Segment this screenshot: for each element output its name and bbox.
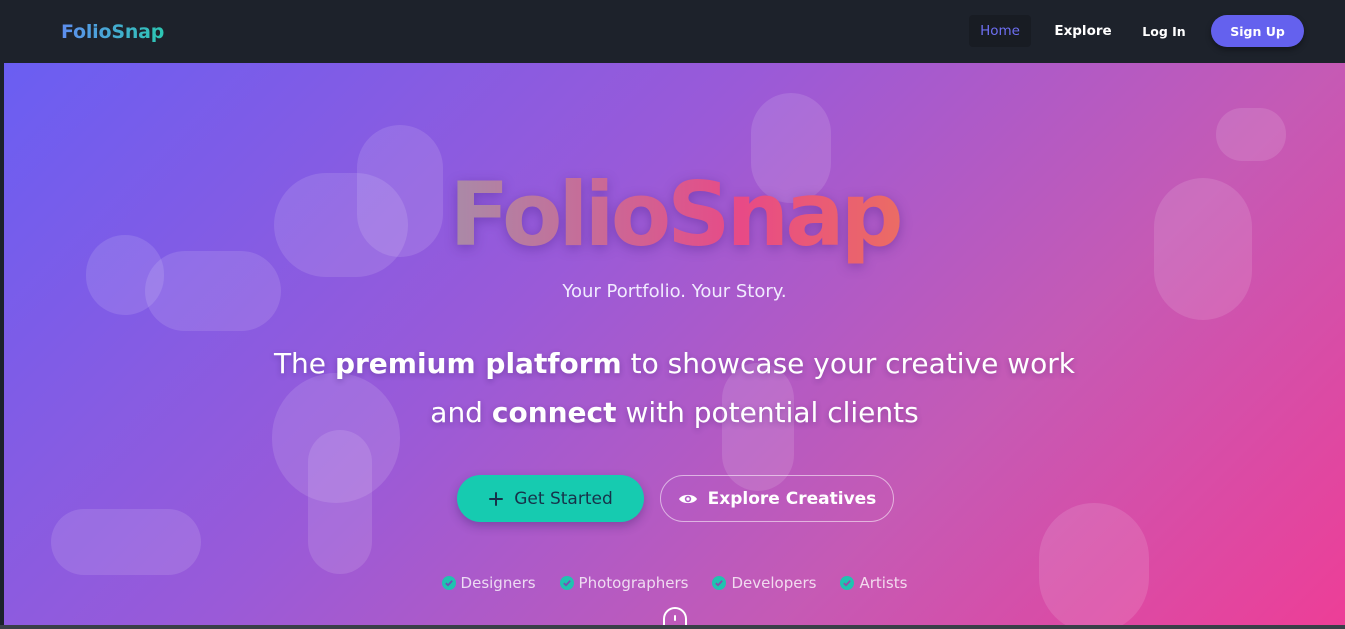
decorative-shape xyxy=(1039,503,1149,625)
category-item: Developers xyxy=(712,574,816,592)
eye-icon xyxy=(678,492,698,506)
hero-title: FolioSnap xyxy=(4,163,1345,266)
decorative-shape xyxy=(51,509,201,575)
hero-section: FolioSnap Your Portfolio. Your Story. Th… xyxy=(4,63,1345,625)
category-label: Photographers xyxy=(578,574,689,592)
get-started-button[interactable]: Get Started xyxy=(457,475,644,522)
decorative-shape xyxy=(1216,108,1286,161)
get-started-label: Get Started xyxy=(514,488,613,509)
window-bottom-edge xyxy=(0,625,1345,629)
check-circle-icon xyxy=(559,576,574,590)
category-list: Designers Photographers Developers Artis… xyxy=(4,574,1345,592)
navbar: FolioSnap Home Explore Log In Sign Up xyxy=(0,0,1345,63)
check-circle-icon xyxy=(441,576,456,590)
category-item: Artists xyxy=(840,574,907,592)
check-circle-icon xyxy=(840,576,855,590)
decorative-shape xyxy=(308,430,372,574)
category-item: Photographers xyxy=(559,574,689,592)
headline-text: with potential clients xyxy=(616,396,919,429)
mouse-scroll-icon[interactable] xyxy=(663,607,687,625)
plus-icon xyxy=(488,491,504,507)
explore-creatives-button[interactable]: Explore Creatives xyxy=(660,475,894,522)
category-label: Developers xyxy=(731,574,817,592)
headline-text: and xyxy=(430,396,492,429)
headline-bold: connect xyxy=(491,396,617,429)
category-label: Artists xyxy=(859,574,908,592)
nav-home[interactable]: Home xyxy=(969,15,1031,47)
headline-text: to showcase your creative work xyxy=(621,347,1076,380)
nav-login[interactable]: Log In xyxy=(1137,15,1191,47)
hero-tagline: Your Portfolio. Your Story. xyxy=(562,281,787,302)
category-label: Designers xyxy=(460,574,536,592)
category-item: Designers xyxy=(441,574,536,592)
check-circle-icon xyxy=(712,576,727,590)
brand-logo[interactable]: FolioSnap xyxy=(61,21,164,43)
nav-explore[interactable]: Explore xyxy=(1052,15,1114,47)
hero-headline: The premium platform to showcase your cr… xyxy=(4,339,1345,437)
headline-bold: premium platform xyxy=(334,347,622,380)
headline-text: The xyxy=(273,347,335,380)
explore-creatives-label: Explore Creatives xyxy=(707,488,877,509)
signup-button[interactable]: Sign Up xyxy=(1211,15,1304,47)
